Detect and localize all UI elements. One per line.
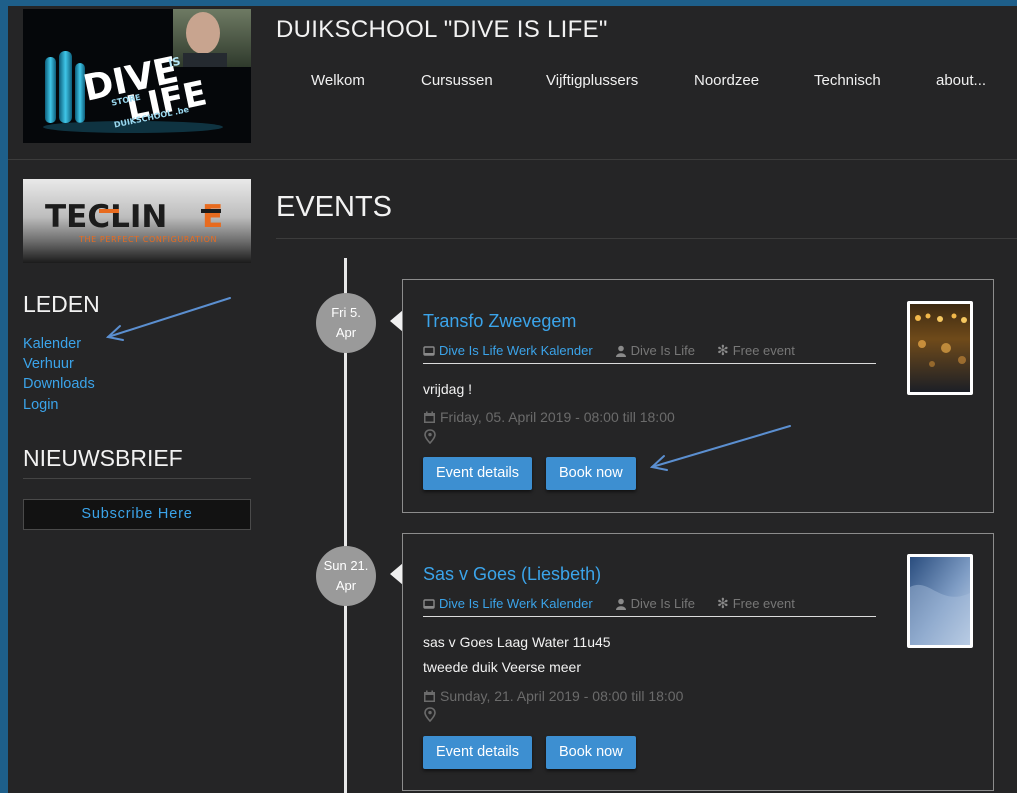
user-icon bbox=[615, 345, 626, 357]
calendar-book-icon bbox=[423, 598, 435, 609]
event-meta-divider bbox=[423, 363, 876, 364]
event-description-line: sas v Goes Laag Water 11u45 bbox=[423, 634, 611, 650]
event-meta: Dive Is Life Werk Kalender Dive Is Life … bbox=[423, 342, 795, 359]
nieuwsbrief-heading: NIEUWSBRIEF bbox=[23, 445, 183, 471]
event-datetime: Sunday, 21. April 2019 - 08:00 till 18:0… bbox=[440, 688, 684, 704]
sidebar-link-downloads[interactable]: Downloads bbox=[23, 376, 95, 392]
site-logo[interactable]: DIVE LIFE IS STORE DUIKSCHOOL .be bbox=[23, 9, 251, 143]
event-meta: Dive Is Life Werk Kalender Dive Is Life … bbox=[423, 595, 795, 612]
event-date-month: Apr bbox=[335, 578, 357, 593]
site-title: DUIKSCHOOL "DIVE IS LIFE" bbox=[276, 16, 608, 43]
event-description-line: tweede duik Veerse meer bbox=[423, 659, 581, 675]
nav-welkom[interactable]: Welkom bbox=[311, 72, 365, 89]
event-organizer: Dive Is Life bbox=[630, 596, 695, 611]
events-divider bbox=[276, 238, 1017, 239]
nav-about[interactable]: about... bbox=[936, 72, 986, 89]
annotation-arrow-kalender bbox=[107, 297, 231, 338]
event-calendar-link[interactable]: Dive Is Life Werk Kalender bbox=[439, 596, 593, 611]
leden-heading: LEDEN bbox=[23, 291, 100, 317]
nav-vijftigplussers[interactable]: Vijftigplussers bbox=[546, 72, 638, 89]
event-when: Sunday, 21. April 2019 - 08:00 till 18:0… bbox=[423, 688, 683, 704]
location-pin-icon bbox=[424, 707, 436, 722]
sidebar-link-verhuur[interactable]: Verhuur bbox=[23, 356, 74, 372]
event-details-button[interactable]: Event details bbox=[423, 457, 533, 490]
events-heading: EVENTS bbox=[276, 191, 393, 223]
night-lights-photo-icon bbox=[910, 304, 970, 392]
nav-cursussen[interactable]: Cursussen bbox=[421, 72, 493, 89]
event-date-day: Sun 21. bbox=[323, 558, 369, 573]
event-organizer: Dive Is Life bbox=[630, 343, 695, 358]
header-divider bbox=[8, 159, 1017, 160]
event-date-badge: Sun 21. Apr bbox=[316, 546, 376, 606]
event-thumbnail[interactable] bbox=[907, 554, 973, 648]
event-thumbnail[interactable] bbox=[907, 301, 973, 395]
asterisk-icon: ✻ bbox=[716, 595, 729, 611]
svg-text:THE PERFECT CONFIGURATION: THE PERFECT CONFIGURATION bbox=[78, 235, 217, 244]
svg-text:TECLIN: TECLIN bbox=[45, 199, 167, 235]
event-date-badge: Fri 5. Apr bbox=[316, 293, 376, 353]
book-now-button[interactable]: Book now bbox=[546, 457, 636, 490]
sidebar-link-kalender[interactable]: Kalender bbox=[23, 336, 81, 352]
event-description-line: vrijdag ! bbox=[423, 381, 473, 397]
page: DIVE LIFE IS STORE DUIKSCHOOL .be DUIKSC… bbox=[8, 6, 1017, 793]
svg-text:E: E bbox=[202, 199, 223, 235]
event-details-button[interactable]: Event details bbox=[423, 736, 533, 769]
asterisk-icon: ✻ bbox=[716, 342, 729, 358]
event-meta-divider bbox=[423, 616, 876, 617]
location-pin-icon bbox=[424, 429, 436, 444]
sidebar-link-login[interactable]: Login bbox=[23, 397, 58, 413]
event-date-month: Apr bbox=[335, 325, 357, 340]
event-date-day: Fri 5. bbox=[331, 305, 361, 320]
nav-noordzee[interactable]: Noordzee bbox=[694, 72, 759, 89]
calendar-icon bbox=[424, 690, 435, 702]
calendar-book-icon bbox=[423, 345, 435, 356]
dive-is-life-logo-graphic: DIVE LIFE IS STORE DUIKSCHOOL .be bbox=[23, 9, 251, 143]
tecline-logo: TECLIN E THE PERFECT CONFIGURATION bbox=[45, 199, 223, 244]
calendar-icon bbox=[424, 411, 435, 423]
book-now-button[interactable]: Book now bbox=[546, 736, 636, 769]
event-calendar-link[interactable]: Dive Is Life Werk Kalender bbox=[439, 343, 593, 358]
event-title-link[interactable]: Sas v Goes (Liesbeth) bbox=[423, 564, 601, 585]
tecline-banner[interactable]: TECLIN E THE PERFECT CONFIGURATION bbox=[23, 179, 251, 263]
event-price: Free event bbox=[732, 596, 795, 611]
event-title-link[interactable]: Transfo Zwevegem bbox=[423, 311, 576, 332]
event-card: Sas v Goes (Liesbeth) Dive Is Life Werk … bbox=[402, 533, 994, 791]
event-card: Transfo Zwevegem Dive Is Life Werk Kalen… bbox=[402, 279, 994, 513]
user-icon bbox=[615, 598, 626, 610]
underwater-photo-icon bbox=[910, 557, 970, 645]
nieuwsbrief-divider bbox=[23, 478, 251, 479]
event-price: Free event bbox=[732, 343, 795, 358]
event-when: Friday, 05. April 2019 - 08:00 till 18:0… bbox=[423, 409, 675, 425]
nav-technisch[interactable]: Technisch bbox=[814, 72, 881, 89]
subscribe-button[interactable]: Subscribe Here bbox=[23, 499, 251, 530]
event-datetime: Friday, 05. April 2019 - 08:00 till 18:0… bbox=[440, 409, 675, 425]
